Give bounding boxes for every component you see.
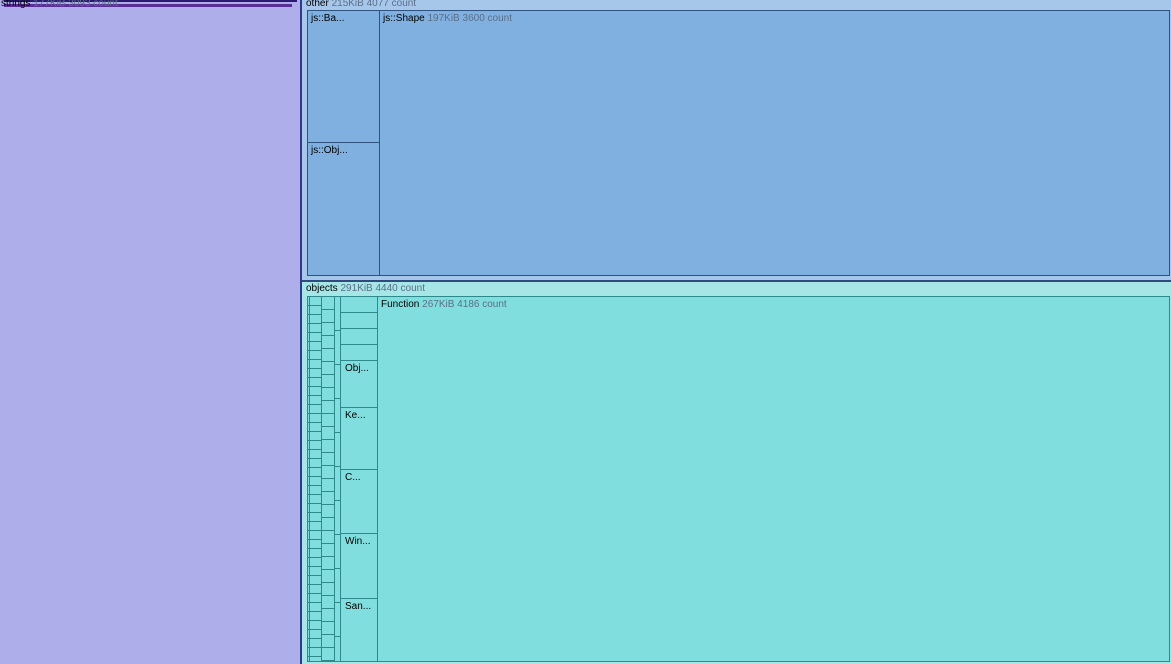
objects-tiny-leaf[interactable] <box>321 569 335 583</box>
other-leaf-js-obj[interactable]: js::Obj... <box>307 142 380 276</box>
objects-leaf-ke[interactable]: Ke... <box>340 407 378 470</box>
leaf-label: Function 267KiB 4186 count <box>381 299 507 310</box>
strings-stats: 177KiB 3093 count <box>33 0 118 9</box>
objects-tiny-leaf[interactable] <box>321 439 335 453</box>
objects-leaf[interactable] <box>340 296 378 313</box>
objects-tiny-leaf[interactable] <box>321 504 335 518</box>
objects-tiny-leaf[interactable] <box>321 348 335 362</box>
objects-tiny-leaf[interactable] <box>321 296 335 310</box>
leaf-label: js::Ba... <box>311 13 345 24</box>
objects-tiny-leaf[interactable] <box>321 556 335 570</box>
leaf-label: San... <box>345 601 372 612</box>
objects-region[interactable]: objects 291KiB 4440 count Obj... Ke... C… <box>302 282 1171 664</box>
objects-name: objects <box>306 283 338 294</box>
strings-label: strings 177KiB 3093 count <box>1 0 118 9</box>
objects-tiny-leaf[interactable] <box>321 426 335 440</box>
objects-tiny-leaf[interactable] <box>321 660 335 662</box>
js-shape-stats: 197KiB 3600 count <box>427 13 512 24</box>
js-shape-name: js::Shape <box>383 13 425 24</box>
objects-tiny-leaf[interactable] <box>321 374 335 388</box>
objects-leaf[interactable] <box>340 312 378 329</box>
leaf-label: Obj... <box>345 363 369 374</box>
objects-tiny-leaf[interactable] <box>321 608 335 622</box>
objects-label: objects 291KiB 4440 count <box>306 283 425 294</box>
objects-tiny-leaf[interactable] <box>321 582 335 596</box>
objects-tiny-leaf[interactable] <box>321 335 335 349</box>
objects-tiny-leaf[interactable] <box>321 361 335 375</box>
objects-tiny-leaf[interactable] <box>321 387 335 401</box>
objects-leaf-obj[interactable]: Obj... <box>340 360 378 408</box>
objects-tiny-leaf[interactable] <box>321 491 335 505</box>
objects-leaf[interactable] <box>340 328 378 345</box>
leaf-label: Win... <box>345 536 371 547</box>
objects-tiny-leaf[interactable] <box>321 478 335 492</box>
objects-tiny-leaf[interactable] <box>321 517 335 531</box>
strings-name: strings <box>1 0 31 9</box>
objects-leaf-win[interactable]: Win... <box>340 533 378 599</box>
objects-tiny-leaf[interactable] <box>321 621 335 635</box>
other-label: other 215KiB 4077 count <box>306 0 416 9</box>
objects-tiny-leaf[interactable] <box>321 634 335 648</box>
objects-tiny-leaf[interactable] <box>321 647 335 661</box>
objects-tiny-leaf[interactable] <box>321 413 335 427</box>
leaf-label: js::Shape 197KiB 3600 count <box>383 13 512 24</box>
objects-stats: 291KiB 4440 count <box>340 283 425 294</box>
objects-tiny-leaf[interactable] <box>321 400 335 414</box>
function-name: Function <box>381 299 420 310</box>
leaf-label: Ke... <box>345 410 366 421</box>
other-region[interactable]: other 215KiB 4077 count js::Ba... js::Ob… <box>302 0 1171 282</box>
leaf-label: C... <box>345 472 361 483</box>
objects-tiny-leaf[interactable] <box>321 465 335 479</box>
objects-tiny-leaf[interactable] <box>321 322 335 336</box>
strings-region[interactable]: strings 177KiB 3093 count <box>0 0 302 664</box>
other-name: other <box>306 0 329 9</box>
objects-leaf[interactable] <box>340 344 378 361</box>
objects-tiny-leaf[interactable] <box>321 452 335 466</box>
objects-tiny-leaf[interactable] <box>321 543 335 557</box>
other-leaf-js-ba[interactable]: js::Ba... <box>307 10 380 143</box>
objects-leaf-c[interactable]: C... <box>340 469 378 534</box>
objects-tiny-leaf[interactable] <box>321 530 335 544</box>
other-stats: 215KiB 4077 count <box>331 0 417 9</box>
objects-leaf-function[interactable]: Function 267KiB 4186 count <box>377 296 1170 662</box>
function-stats: 267KiB 4186 count <box>422 299 507 310</box>
leaf-label: js::Obj... <box>311 145 348 156</box>
objects-tiny-leaf[interactable] <box>321 309 335 323</box>
objects-leaf-san[interactable]: San... <box>340 598 378 662</box>
objects-tiny-leaf[interactable] <box>321 595 335 609</box>
other-leaf-js-shape[interactable]: js::Shape 197KiB 3600 count <box>379 10 1170 276</box>
